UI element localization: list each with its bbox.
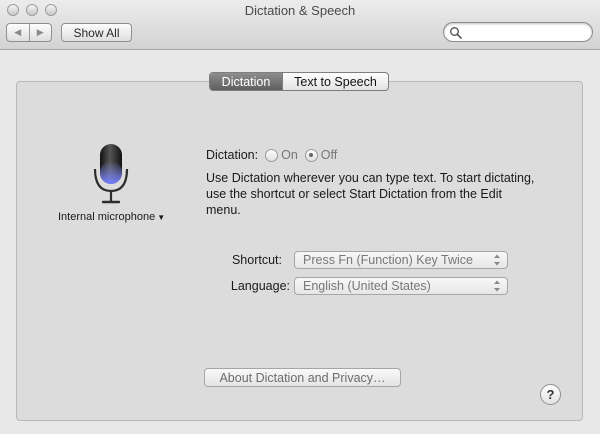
shortcut-popup[interactable]: Press Fn (Function) Key Twice: [294, 251, 508, 269]
preferences-window: Dictation & Speech ◀ ▶ Show All Dictatio…: [0, 0, 600, 434]
language-popup[interactable]: English (United States): [294, 277, 508, 295]
title-bar: Dictation & Speech ◀ ▶ Show All: [0, 0, 600, 50]
dictation-on-label: On: [281, 148, 298, 162]
back-icon[interactable]: ◀: [7, 24, 29, 41]
tab-bar: Dictation Text to Speech: [209, 72, 389, 91]
back-forward-control: ◀ ▶: [6, 23, 52, 42]
window-title: Dictation & Speech: [244, 3, 356, 18]
dictation-off-label: Off: [320, 148, 338, 162]
shortcut-value: Press Fn (Function) Key Twice: [303, 253, 473, 267]
up-down-arrows-icon: [494, 280, 500, 292]
about-dictation-privacy-button[interactable]: About Dictation and Privacy…: [204, 368, 401, 387]
up-down-arrows-icon: [494, 254, 500, 266]
radio-circle-icon: [265, 148, 279, 162]
microphone-source-menu[interactable]: Internal microphone ▼: [58, 211, 165, 223]
dictation-off-radio[interactable]: Off: [304, 148, 338, 162]
dictation-description: Use Dictation wherever you can type text…: [206, 171, 535, 217]
dictation-label: Dictation:: [206, 148, 259, 162]
show-all-button[interactable]: Show All: [61, 23, 132, 42]
tab-text-to-speech[interactable]: Text to Speech: [282, 73, 388, 90]
language-label: Language:: [230, 279, 290, 293]
microphone-source-label: Internal microphone: [58, 211, 156, 223]
help-button[interactable]: ?: [540, 384, 561, 405]
search-input[interactable]: [464, 25, 584, 39]
radio-selected-icon: [304, 148, 318, 162]
dictation-toggle-row: Dictation: On Off: [206, 148, 337, 162]
search-icon: [450, 27, 462, 39]
shortcut-label: Shortcut:: [231, 253, 282, 267]
microphone-icon: [93, 144, 129, 204]
chevron-down-icon: ▼: [157, 212, 166, 222]
forward-icon[interactable]: ▶: [28, 24, 52, 41]
tab-dictation[interactable]: Dictation: [210, 73, 282, 90]
language-value: English (United States): [303, 279, 431, 293]
search-field[interactable]: [443, 22, 593, 42]
dictation-on-radio[interactable]: On: [265, 148, 298, 162]
